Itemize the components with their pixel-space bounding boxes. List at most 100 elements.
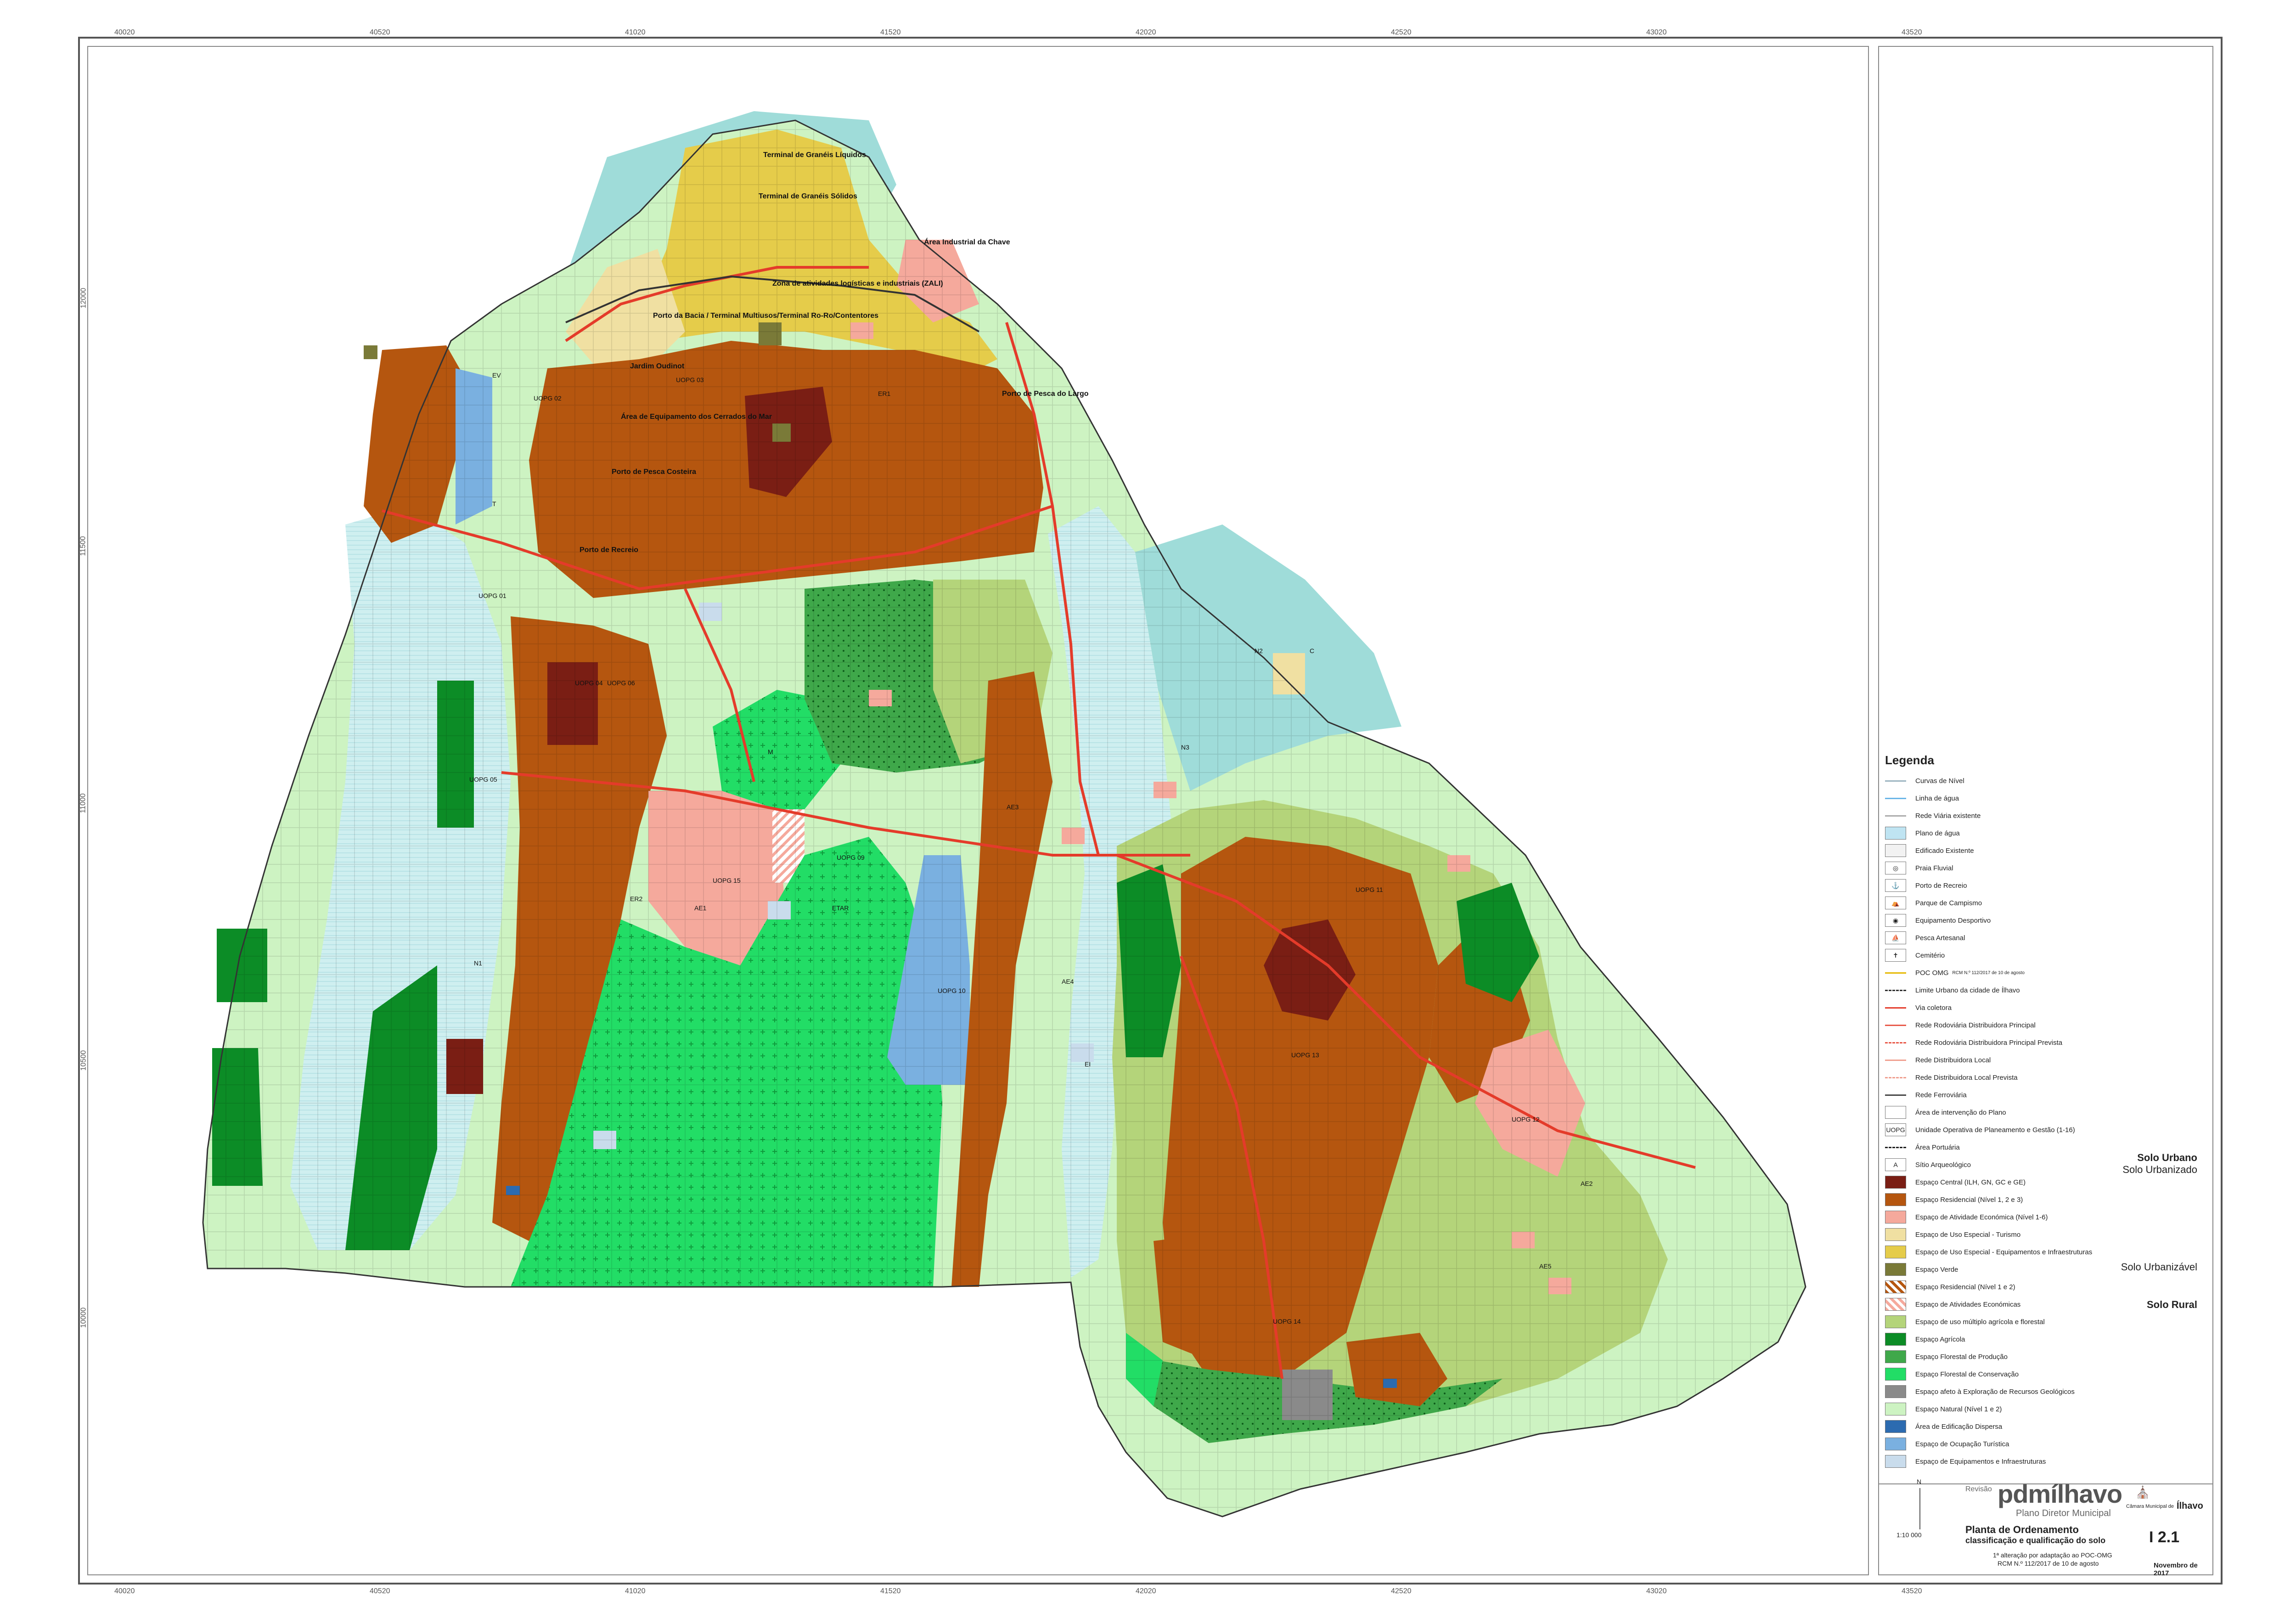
coord-left-label: 12000 bbox=[79, 288, 88, 309]
map-label: UOPG 15 bbox=[713, 877, 741, 884]
alteracao-note: 1ª alteração por adaptação ao POC-OMG bbox=[1993, 1551, 2112, 1559]
legend-swatch: ◉ bbox=[1885, 914, 1906, 927]
legend-label: Espaço de Equipamentos e Infraestruturas bbox=[1915, 1457, 2046, 1466]
map-date: Novembro de 2017 bbox=[2154, 1562, 2198, 1577]
section-solo-urbano: Solo Urbano bbox=[2137, 1152, 2197, 1163]
legend-label: Espaço Residencial (Nível 1 e 2) bbox=[1915, 1283, 2015, 1291]
map-label: ER1 bbox=[878, 390, 890, 397]
legend-item: Rede Viária existente bbox=[1885, 809, 1981, 823]
legend-swatch bbox=[1885, 1141, 1906, 1154]
legend-label: Sítio Arqueológico bbox=[1915, 1161, 1971, 1169]
legend-swatch bbox=[1885, 1438, 1906, 1450]
legend-item: Área Portuária bbox=[1885, 1140, 1960, 1154]
coord-top-label: 41020 bbox=[625, 28, 646, 36]
legend-label: Curvas de Nível bbox=[1915, 777, 1964, 785]
title-block: N 1:10 000 Revisão pdmílhavo Plano Diret… bbox=[1878, 1478, 2213, 1577]
coord-left-label: 10500 bbox=[79, 1050, 88, 1071]
coord-top-label: 40520 bbox=[370, 28, 390, 36]
legend-label: Edificado Existente bbox=[1915, 846, 1974, 855]
legend-label: Espaço de Atividade Económica (Nível 1-6… bbox=[1915, 1213, 2048, 1221]
legend-item: Espaço Agrícola bbox=[1885, 1332, 1965, 1346]
legend-swatch bbox=[1885, 1385, 1906, 1398]
legend-label: Rede Ferroviária bbox=[1915, 1091, 1967, 1099]
coord-left-label: 11000 bbox=[79, 793, 87, 813]
legend-item: Espaço de Uso Especial - Equipamentos e … bbox=[1885, 1245, 2092, 1259]
legend: Legenda Curvas de Nível Linha de água Rede… bbox=[1885, 753, 2206, 1518]
legend-label: Área Portuária bbox=[1915, 1143, 1960, 1151]
legend-swatch bbox=[1885, 809, 1906, 822]
legend-label: Espaço Residencial (Nível 1, 2 e 3) bbox=[1915, 1195, 2023, 1204]
scale-label: 1:10 000 bbox=[1896, 1531, 1922, 1539]
map-label: AE2 bbox=[1581, 1180, 1593, 1187]
map-label: Porto de Pesca do Largo bbox=[1002, 390, 1089, 398]
legend-swatch: ⛺ bbox=[1885, 897, 1906, 909]
legend-swatch bbox=[1885, 1088, 1906, 1101]
coord-bottom-label: 43020 bbox=[1646, 1587, 1667, 1595]
map-label: UOPG 05 bbox=[469, 776, 497, 783]
legend-label: Plano de água bbox=[1915, 829, 1960, 837]
legend-swatch: ⚓ bbox=[1885, 879, 1906, 892]
legend-label: Linha de água bbox=[1915, 794, 1959, 802]
legend-swatch bbox=[1885, 1106, 1906, 1119]
building-texture bbox=[203, 120, 1806, 1517]
legend-item: Área de Edificação Dispersa bbox=[1885, 1420, 2002, 1433]
map-label: AE3 bbox=[1007, 803, 1019, 811]
map-sheet: Terminal de Granéis Líquidos Terminal de … bbox=[0, 0, 2296, 1624]
legend-item: Linha de água bbox=[1885, 791, 1959, 805]
coord-bottom-label: 40020 bbox=[114, 1587, 135, 1595]
map-label: Área de Equipamento dos Cerrados do Mar bbox=[621, 412, 772, 421]
legend-label: Espaço de Uso Especial - Equipamentos e … bbox=[1915, 1248, 2093, 1256]
legend-title: Legenda bbox=[1885, 753, 1934, 767]
map-label: Porto da Bacia / Terminal Multiusos/Term… bbox=[653, 312, 878, 320]
legend-item: Espaço afeto à Exploração de Recursos Ge… bbox=[1885, 1385, 2075, 1398]
legend-item: Espaço de Atividades Económicas bbox=[1885, 1297, 2020, 1311]
legend-label: Espaço Agrícola bbox=[1915, 1335, 1965, 1343]
legend-item: ✝ Cemitério bbox=[1885, 948, 1945, 962]
map-label: Terminal de Granéis Sólidos bbox=[759, 192, 857, 200]
map-label: AE1 bbox=[694, 904, 707, 912]
legend-item: ⚓ Porto de Recreio bbox=[1885, 879, 1967, 892]
coord-top-label: 43020 bbox=[1646, 28, 1667, 36]
legend-swatch bbox=[1885, 1019, 1906, 1032]
legend-swatch bbox=[1885, 984, 1906, 997]
coord-top-label: 43520 bbox=[1902, 28, 1922, 36]
legend-item: Rede Distribuidora Local Prevista bbox=[1885, 1071, 2018, 1084]
map-label: UOPG 03 bbox=[676, 376, 704, 383]
pdm-logo-subtitle: Plano Diretor Municipal bbox=[2016, 1508, 2111, 1518]
legend-item: Espaço de Equipamentos e Infraestruturas bbox=[1885, 1455, 2046, 1468]
map-label: AE4 bbox=[1062, 978, 1074, 985]
map-label: UOPG 06 bbox=[607, 679, 635, 687]
map-label: UOPG 04 bbox=[575, 679, 603, 687]
map-label: Porto de Pesca Costeira bbox=[612, 468, 696, 476]
legend-item: ⛵ Pesca Artesanal bbox=[1885, 931, 1965, 945]
legend-label: Rede Viária existente bbox=[1915, 812, 1981, 820]
legend-label: Unidade Operativa de Planeamento e Gestã… bbox=[1915, 1126, 2075, 1134]
legend-item: Plano de água bbox=[1885, 826, 1960, 840]
map-label: N2 bbox=[1255, 647, 1263, 654]
legend-label: Rede Rodoviária Distribuidora Principal bbox=[1915, 1021, 2036, 1029]
map-label: UOPG 14 bbox=[1273, 1318, 1301, 1325]
legend-swatch bbox=[1885, 1280, 1906, 1293]
legend-swatch: UOPG bbox=[1885, 1123, 1906, 1136]
legend-item: Espaço de uso múltiplo agrícola e flores… bbox=[1885, 1315, 2045, 1329]
camara-label: Câmara Municipal de bbox=[2126, 1504, 2174, 1509]
legend-label: Equipamento Desportivo bbox=[1915, 916, 1991, 925]
map-label: C bbox=[1310, 647, 1314, 654]
legend-swatch bbox=[1885, 1350, 1906, 1363]
legend-label: Rede Rodoviária Distribuidora Principal … bbox=[1915, 1038, 2063, 1047]
legend-label: Praia Fluvial bbox=[1915, 864, 1953, 872]
map-subtitle: classificação e qualificação do solo bbox=[1965, 1536, 2106, 1545]
legend-item: Rede Rodoviária Distribuidora Principal … bbox=[1885, 1036, 2062, 1049]
coord-bottom-label: 41520 bbox=[880, 1587, 901, 1595]
coord-top-label: 40020 bbox=[114, 28, 135, 36]
rcm-note: RCM N.º 112/2017 de 10 de agosto bbox=[1998, 1560, 2099, 1567]
legend-item: ◎ Praia Fluvial bbox=[1885, 861, 1953, 875]
map-label: UOPG 10 bbox=[938, 987, 966, 994]
coord-top-label: 42020 bbox=[1136, 28, 1156, 36]
legend-swatch bbox=[1885, 1001, 1906, 1014]
land-use-map[interactable]: Terminal de Granéis Líquidos Terminal de … bbox=[88, 47, 1868, 1574]
legend-item: Espaço Verde bbox=[1885, 1263, 1958, 1276]
legend-swatch bbox=[1885, 966, 1906, 979]
coord-bottom-label: 42020 bbox=[1136, 1587, 1156, 1595]
legend-swatch bbox=[1885, 1071, 1906, 1084]
